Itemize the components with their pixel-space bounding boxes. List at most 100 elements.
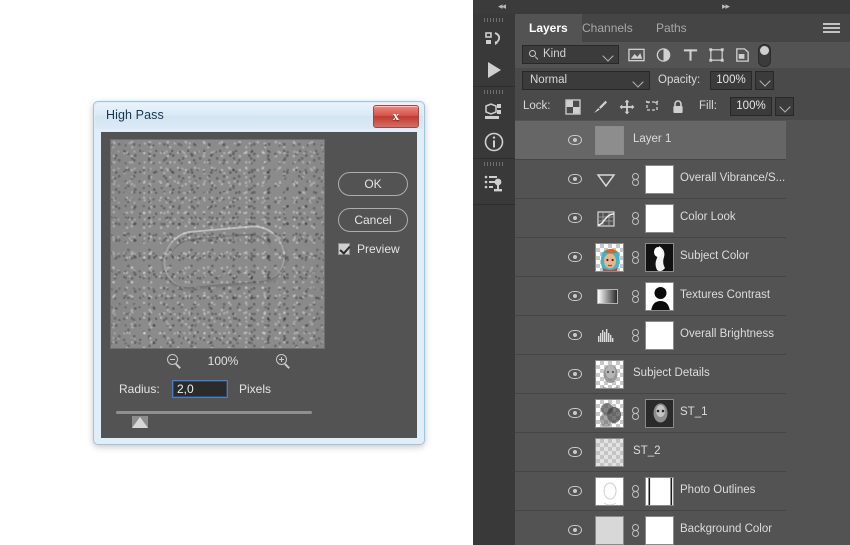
visibility-toggle-icon[interactable]	[568, 525, 582, 535]
layer-mask-thumbnail[interactable]	[645, 477, 674, 506]
smart-object-filter-icon[interactable]	[734, 47, 751, 63]
lock-image-icon[interactable]	[592, 99, 608, 115]
layer-thumbnail[interactable]	[595, 438, 624, 467]
layer-mask-thumbnail[interactable]	[645, 282, 674, 311]
visibility-toggle-icon[interactable]	[568, 174, 582, 184]
rail-grip-1[interactable]	[484, 18, 504, 22]
collapse-left-icon[interactable]: ◂◂	[498, 2, 506, 11]
filter-toggle-switch[interactable]	[758, 44, 771, 67]
zoom-out-icon[interactable]	[167, 354, 182, 369]
layer-row[interactable]: ST_1	[515, 394, 786, 433]
layer-name[interactable]: ST_1	[680, 406, 708, 418]
fill-stepper[interactable]	[775, 97, 794, 116]
visibility-toggle-icon[interactable]	[568, 252, 582, 262]
ok-button[interactable]: OK	[338, 172, 408, 196]
layer-thumbnail[interactable]	[595, 243, 624, 272]
link-icon[interactable]	[631, 485, 640, 498]
blend-mode-dropdown[interactable]: Normal	[522, 71, 650, 90]
layer-thumbnail[interactable]	[595, 360, 624, 389]
layer-name[interactable]: Subject Color	[680, 250, 749, 262]
close-button[interactable]: x	[373, 105, 419, 128]
visibility-toggle-icon[interactable]	[568, 408, 582, 418]
layer-name[interactable]: Subject Details	[633, 367, 710, 379]
layer-row[interactable]: Textures Contrast	[515, 277, 786, 316]
tab-paths[interactable]: Paths	[642, 14, 701, 42]
layer-thumbnail[interactable]	[595, 516, 624, 545]
filter-preview[interactable]	[110, 139, 325, 349]
radius-input[interactable]: 2,0	[172, 380, 228, 398]
slider-thumb[interactable]	[132, 416, 148, 428]
layer-mask-thumbnail[interactable]	[645, 204, 674, 233]
gradient-map-adjustment-icon[interactable]	[597, 289, 618, 304]
visibility-toggle-icon[interactable]	[568, 213, 582, 223]
layer-name[interactable]: Color Look	[680, 211, 736, 223]
lock-all-icon[interactable]	[670, 99, 686, 115]
shape-filter-icon[interactable]	[708, 47, 725, 63]
visibility-toggle-icon[interactable]	[568, 135, 582, 145]
layer-row[interactable]: Overall Brightness	[515, 316, 786, 355]
preview-checkbox[interactable]: Preview	[338, 242, 418, 259]
layer-name[interactable]: Photo Outlines	[680, 484, 755, 496]
cancel-button[interactable]: Cancel	[338, 208, 408, 232]
opacity-input[interactable]: 100%	[710, 71, 752, 90]
info-icon[interactable]	[482, 130, 506, 154]
rail-grip-3[interactable]	[484, 162, 504, 166]
dialog-title-bar[interactable]: High Pass x	[95, 103, 423, 129]
layer-name[interactable]: Background Color	[680, 523, 772, 535]
layer-mask-thumbnail[interactable]	[645, 321, 674, 350]
image-filter-icon[interactable]	[628, 47, 645, 63]
tab-channels[interactable]: Channels	[568, 14, 647, 42]
layer-row[interactable]: Overall Vibrance/S...	[515, 160, 786, 199]
layer-row[interactable]: Color Look	[515, 199, 786, 238]
zoom-in-icon[interactable]	[276, 354, 291, 369]
layer-row[interactable]: Photo Outlines	[515, 472, 786, 511]
link-icon[interactable]	[631, 251, 640, 264]
library-icon[interactable]	[482, 100, 506, 124]
link-icon[interactable]	[631, 407, 640, 420]
layer-mask-thumbnail[interactable]	[645, 165, 674, 194]
type-filter-icon[interactable]	[682, 47, 699, 63]
link-icon[interactable]	[631, 524, 640, 537]
layer-row[interactable]: Background Color	[515, 511, 786, 545]
collapse-right-icon[interactable]: ▸▸	[722, 2, 730, 11]
visibility-toggle-icon[interactable]	[568, 330, 582, 340]
layer-row[interactable]: ST_2	[515, 433, 786, 472]
levels-adjustment-icon[interactable]	[595, 327, 617, 345]
visibility-toggle-icon[interactable]	[568, 369, 582, 379]
link-icon[interactable]	[631, 290, 640, 303]
visibility-toggle-icon[interactable]	[568, 486, 582, 496]
opacity-stepper[interactable]	[755, 71, 774, 90]
layer-thumbnail[interactable]	[595, 477, 624, 506]
adjustment-filter-icon[interactable]	[655, 47, 672, 63]
layer-mask-thumbnail[interactable]	[645, 399, 674, 428]
rail-grip-2[interactable]	[484, 90, 504, 94]
fill-input[interactable]: 100%	[730, 97, 772, 116]
filter-kind-dropdown[interactable]: Kind	[522, 45, 619, 64]
link-icon[interactable]	[631, 329, 640, 342]
layer-name[interactable]: Layer 1	[633, 133, 671, 145]
layer-row[interactable]: Layer 1	[515, 121, 786, 160]
layer-name[interactable]: Textures Contrast	[680, 289, 770, 301]
layer-mask-thumbnail[interactable]	[645, 516, 674, 545]
layer-name[interactable]: ST_2	[633, 445, 661, 457]
link-icon[interactable]	[631, 173, 640, 186]
curves-adjustment-icon[interactable]	[595, 210, 617, 228]
layer-row[interactable]: Subject Details	[515, 355, 786, 394]
link-icon[interactable]	[631, 212, 640, 225]
visibility-toggle-icon[interactable]	[568, 291, 582, 301]
history-icon[interactable]	[482, 28, 506, 52]
lock-transparency-icon[interactable]	[565, 99, 581, 115]
lock-artboard-icon[interactable]	[644, 99, 660, 115]
layer-row[interactable]: Subject Color	[515, 238, 786, 277]
layer-mask-thumbnail[interactable]	[645, 243, 674, 272]
lock-position-icon[interactable]	[619, 99, 635, 115]
radius-slider[interactable]	[116, 409, 312, 429]
vibrance-adjustment-icon[interactable]	[595, 171, 617, 189]
layer-thumbnail[interactable]	[595, 399, 624, 428]
play-icon[interactable]	[482, 58, 506, 82]
styles-icon[interactable]	[482, 172, 506, 196]
panel-menu-icon[interactable]	[823, 23, 840, 34]
layer-thumbnail[interactable]	[595, 126, 624, 155]
layer-name[interactable]: Overall Brightness	[680, 328, 774, 340]
visibility-toggle-icon[interactable]	[568, 447, 582, 457]
